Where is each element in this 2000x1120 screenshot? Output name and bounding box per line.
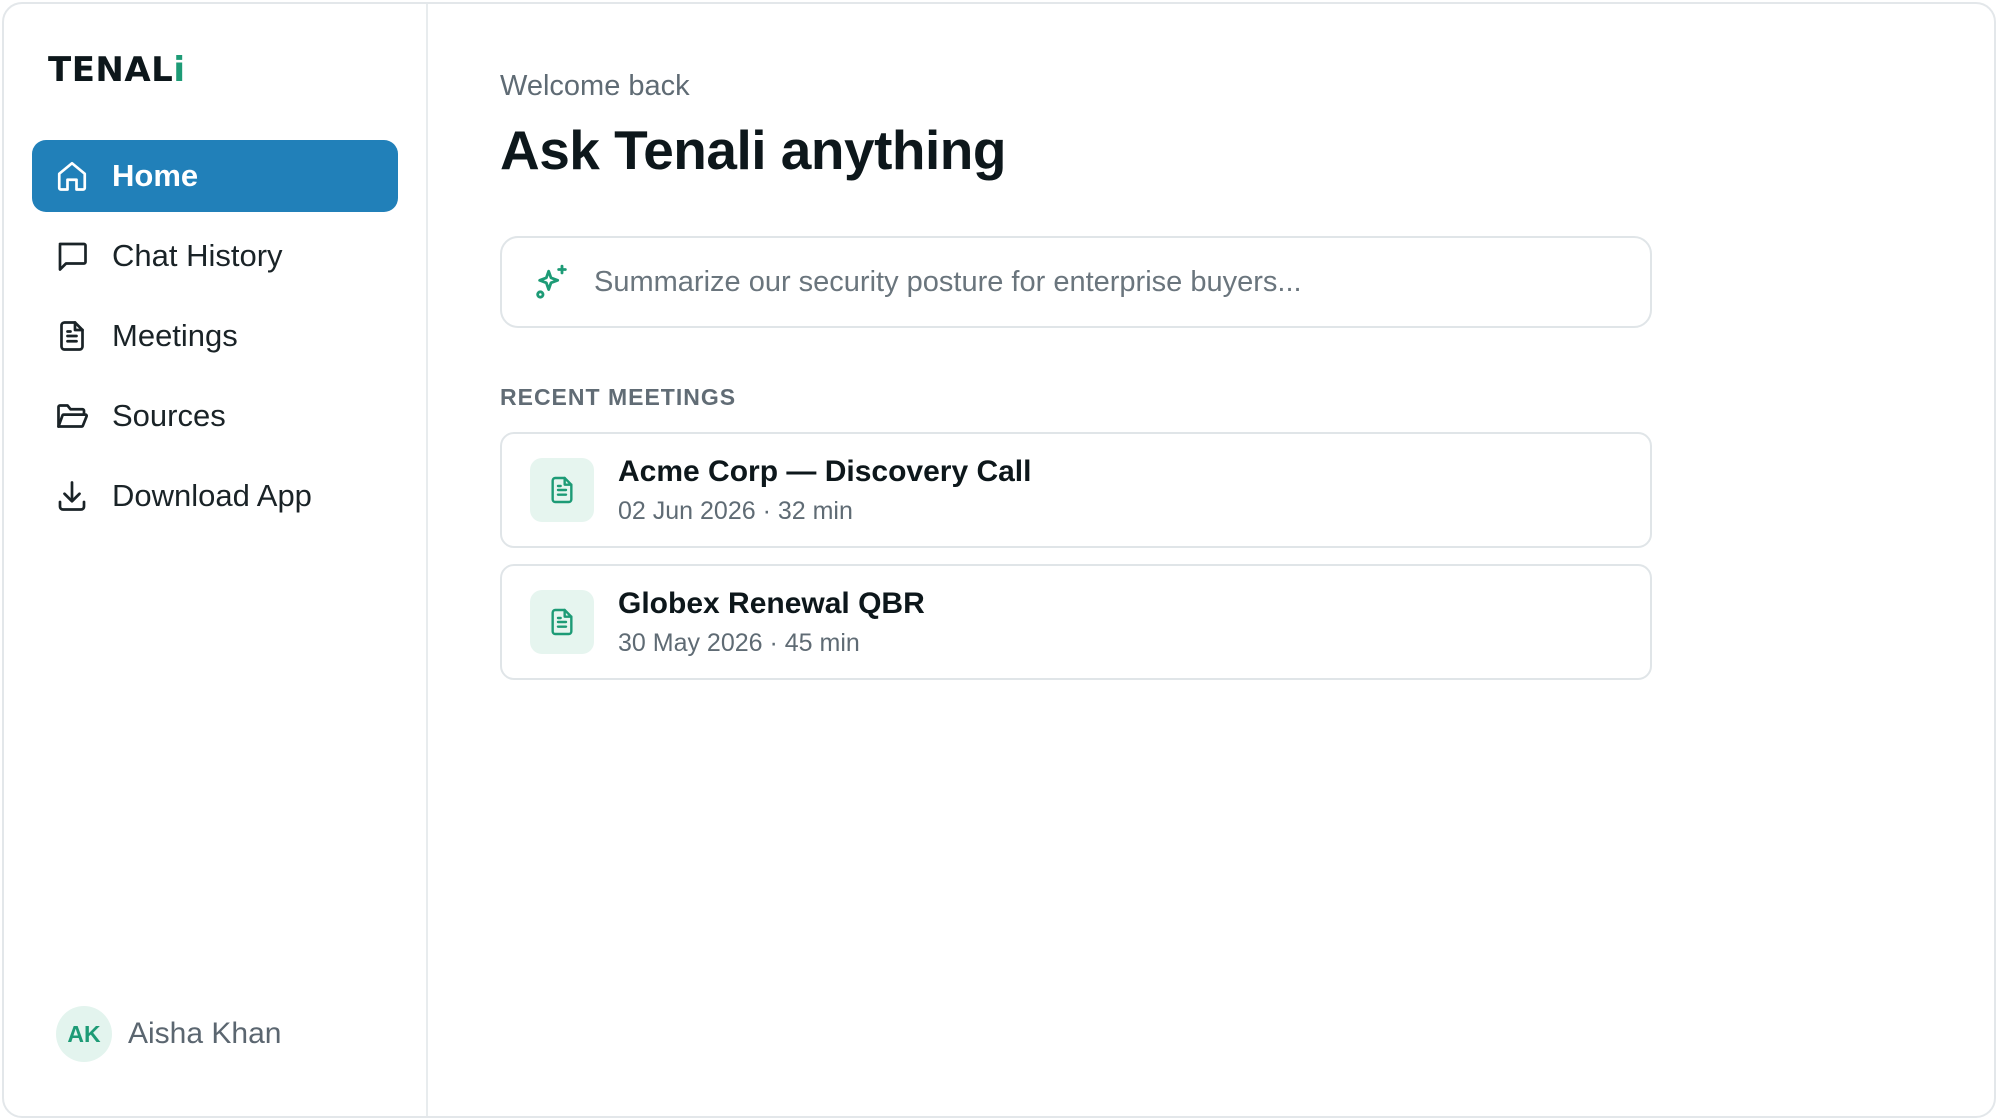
welcome-text: Welcome back <box>500 70 690 102</box>
sidebar: TENALi Home Chat History Meetings Source… <box>4 4 428 1116</box>
document-icon <box>551 476 573 504</box>
sidebar-item-label: Home <box>112 158 199 193</box>
meeting-text: Globex Renewal QBR 30 May 2026 · 45 min <box>618 587 925 658</box>
home-icon <box>57 161 87 191</box>
meeting-meta: 30 May 2026 · 45 min <box>618 628 860 657</box>
meeting-title: Acme Corp — Discovery Call <box>618 454 1032 488</box>
meeting-meta: 02 Jun 2026 · 32 min <box>618 496 853 525</box>
sidebar-item-label: Chat History <box>112 238 283 273</box>
user-profile[interactable]: AK Aisha Khan <box>56 1006 281 1062</box>
sidebar-item-label: Meetings <box>112 318 238 353</box>
meeting-card[interactable]: Acme Corp — Discovery Call 02 Jun 2026 ·… <box>500 432 1652 548</box>
meeting-card[interactable]: Globex Renewal QBR 30 May 2026 · 45 min <box>500 564 1652 680</box>
avatar: AK <box>56 1006 112 1062</box>
sparkle-icon <box>536 264 567 299</box>
recent-meetings-label: RECENT MEETINGS <box>500 384 737 410</box>
sidebar-item-chat-history[interactable]: Chat History <box>32 220 398 292</box>
ask-box[interactable] <box>500 236 1652 328</box>
chat-icon <box>58 242 87 271</box>
sidebar-item-label: Sources <box>112 398 226 433</box>
sidebar-item-meetings[interactable]: Meetings <box>32 300 398 372</box>
download-icon <box>58 481 86 511</box>
recent-meetings-list: Acme Corp — Discovery Call 02 Jun 2026 ·… <box>500 432 1652 696</box>
sidebar-item-home[interactable]: Home <box>32 140 398 212</box>
sidebar-nav: Home Chat History Meetings Sources Downl… <box>32 140 398 540</box>
folder-icon <box>57 404 89 428</box>
document-icon <box>551 608 573 636</box>
main-content: Welcome back Ask Tenali anything RECENT … <box>500 4 1994 1116</box>
meeting-icon-container <box>530 590 594 654</box>
meeting-title: Globex Renewal QBR <box>618 586 925 620</box>
user-name: Aisha Khan <box>128 1017 282 1050</box>
document-icon <box>60 321 84 351</box>
app-window: TENALi Home Chat History Meetings Source… <box>2 2 1996 1118</box>
page-title: Ask Tenali anything <box>500 119 1006 181</box>
logo[interactable]: TENALi <box>48 50 186 90</box>
meeting-icon-container <box>530 458 594 522</box>
sidebar-item-label: Download App <box>112 478 312 513</box>
ask-input[interactable] <box>594 265 1594 299</box>
sidebar-item-sources[interactable]: Sources <box>32 380 398 452</box>
sidebar-item-download-app[interactable]: Download App <box>32 460 398 532</box>
meeting-text: Acme Corp — Discovery Call 02 Jun 2026 ·… <box>618 455 1031 526</box>
